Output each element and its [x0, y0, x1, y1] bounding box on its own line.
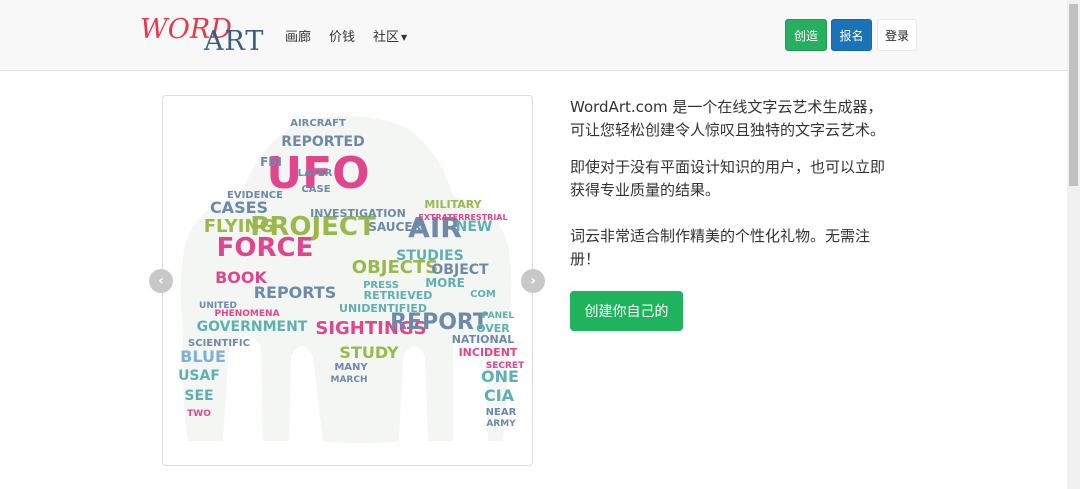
intro-paragraph-1: WordArt.com 是一个在线文字云艺术生成器， 可让您轻松创建令人惊叹且独… [570, 96, 910, 142]
word-cloud-word: SEE [184, 388, 213, 404]
ufo-word-cloud-image: UFOREPORTEDAIRCRAFTPROJECT AIRFORCEFLYING… [178, 116, 525, 444]
nav-links: 画廊 价钱 社区 ▼ [285, 26, 425, 45]
word-cloud-word: EVIDENCE [227, 190, 283, 201]
word-cloud-word: TWO [187, 409, 211, 419]
chevron-left-icon: ‹ [158, 273, 164, 289]
word-cloud-word: REPORTS [254, 283, 337, 302]
example-carousel: UFO REPORTED AIRCRAFT PROJECT AIR FORCE FLYING… [162, 95, 533, 466]
word-cloud-word: SECRET [486, 361, 525, 371]
intro-paragraph-3: 词云非常适合制作精美的个性化礼物。无需注 册！ [570, 225, 910, 271]
nav-link-gallery[interactable]: 画廊 [285, 26, 311, 45]
word-cloud-word: INCIDENT [459, 346, 518, 359]
word-cloud-word: MANY [334, 362, 368, 373]
word-cloud-word: INVESTIGATION [310, 207, 406, 220]
word-cloud-word: CIA [484, 386, 515, 405]
word-cloud-word: PANEL [482, 311, 514, 321]
nav-link-community-label: 社区 [373, 30, 400, 45]
nav-link-pricing[interactable]: 价钱 [329, 26, 355, 45]
word-cloud-word: REPORTED [281, 134, 364, 150]
word-cloud-word: STUDY [339, 343, 399, 362]
carousel-prev-button[interactable]: ‹ [149, 269, 173, 293]
word-cloud-word: EXTRATERRESTRIAL [418, 213, 507, 222]
word-cloud-word: FORCE [217, 233, 314, 263]
intro-paragraph-2: 即使对于没有平面设计知识的用户，也可以立即 获得专业质量的结果。 [570, 156, 920, 202]
carousel-next-button[interactable]: › [521, 269, 545, 293]
login-button[interactable]: 登录 [877, 19, 917, 51]
logo-art-text: ART [204, 26, 265, 57]
intro-paragraph-3-line-2: 册！ [570, 250, 601, 268]
intro-paragraph-1-line-1: WordArt.com 是一个在线文字云艺术生成器， [570, 98, 883, 116]
word-cloud-word: AIRCRAFT [290, 118, 346, 129]
create-your-own-button[interactable]: 创建你自己的 [570, 291, 683, 331]
word-cloud-word: GOVERNMENT [197, 319, 308, 335]
page-scrollbar[interactable] [1067, 0, 1080, 489]
caret-down-icon: ▼ [401, 33, 408, 42]
intro-paragraph-3-line-1: 词云非常适合制作精美的个性化礼物。无需注 [570, 227, 871, 245]
create-button[interactable]: 创造 [785, 19, 827, 51]
signup-button[interactable]: 报名 [831, 19, 872, 51]
navbar: WORD ART 画廊 价钱 社区 ▼ 创造 报名 登录 [0, 0, 1067, 71]
word-cloud-word: OVER [476, 322, 510, 335]
intro-paragraph-1-line-2: 可让您轻松创建令人惊叹且独特的文字云艺术。 [570, 121, 886, 139]
word-cloud-word: FBI [260, 155, 282, 169]
word-cloud-word: ARMY [486, 419, 516, 429]
word-cloud-word: UNITED [199, 301, 237, 311]
nav-link-community[interactable]: 社区 ▼ [373, 26, 407, 45]
word-cloud-word: FLYING [204, 216, 275, 237]
word-cloud-word: LATER [298, 168, 333, 179]
word-cloud-word: MORE [425, 276, 465, 290]
word-cloud-word: MARCH [331, 375, 368, 385]
word-cloud-word: SCIENTIFIC [188, 338, 250, 349]
wordart-logo[interactable]: WORD ART [140, 12, 268, 57]
word-cloud-word: NEAR [486, 407, 517, 418]
chevron-right-icon: › [530, 273, 536, 289]
word-cloud-word: COM [470, 289, 496, 300]
word-cloud-word: BLUE [180, 347, 226, 366]
word-cloud-word: UNIDENTIFIED [339, 302, 427, 315]
intro-paragraph-2-line-2: 获得专业质量的结果。 [570, 181, 721, 199]
word-cloud-word: MILITARY [424, 198, 482, 211]
word-cloud-word: SAUCER [368, 220, 422, 234]
word-cloud-word: USAF [178, 368, 220, 384]
word-cloud-word: PRESS [363, 280, 399, 291]
scrollbar-thumb[interactable] [1069, 4, 1078, 186]
intro-paragraph-2-line-1: 即使对于没有平面设计知识的用户，也可以立即 [570, 158, 886, 176]
word-cloud-word: CASE [301, 184, 330, 195]
